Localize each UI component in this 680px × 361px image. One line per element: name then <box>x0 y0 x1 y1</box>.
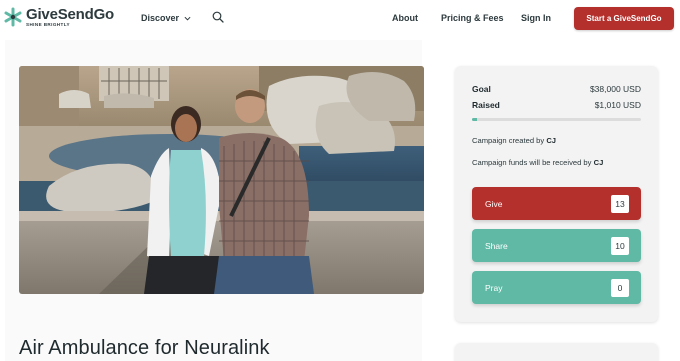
nav-discover[interactable]: Discover <box>141 13 191 23</box>
chevron-down-icon <box>184 16 191 21</box>
logo-name: GiveSendGo <box>26 5 115 23</box>
created-by-text: Campaign created by <box>472 136 545 145</box>
secondary-card <box>455 343 658 361</box>
share-count: 10 <box>611 236 629 255</box>
created-by: Campaign created by CJ <box>472 136 556 145</box>
share-label: Share <box>485 240 508 251</box>
give-count: 13 <box>611 194 629 213</box>
nav-sign-in[interactable]: Sign In <box>521 13 551 23</box>
funds-text: Campaign funds will be received by <box>472 158 592 167</box>
start-campaign-button[interactable]: Start a GiveSendGo <box>574 7 674 30</box>
campaign-photo <box>19 66 424 294</box>
logo-tagline: SHINE BRIGHTLY <box>26 21 70 27</box>
pray-count: 0 <box>611 278 629 297</box>
nav-about[interactable]: About <box>392 13 418 23</box>
goal-row: Goal $38,000 USD <box>472 84 641 94</box>
nav-discover-label: Discover <box>141 13 180 23</box>
nav-pricing[interactable]: Pricing & Fees <box>441 13 504 23</box>
give-button[interactable]: Give 13 <box>472 187 641 220</box>
donation-card: Goal $38,000 USD Raised $1,010 USD Campa… <box>455 66 658 322</box>
raised-label: Raised <box>472 100 500 110</box>
share-button[interactable]: Share 10 <box>472 229 641 262</box>
funds-recipient: Campaign funds will be received by CJ <box>472 158 603 167</box>
logo[interactable]: GiveSendGo SHINE BRIGHTLY <box>3 6 114 28</box>
progress-fill <box>472 118 477 121</box>
site-header: GiveSendGo SHINE BRIGHTLY Discover About… <box>0 0 680 38</box>
give-label: Give <box>485 198 503 209</box>
pray-label: Pray <box>485 282 503 293</box>
search-icon[interactable] <box>212 11 224 23</box>
raised-value: $1,010 USD <box>594 100 641 110</box>
funds-name[interactable]: CJ <box>594 158 604 167</box>
goal-value: $38,000 USD <box>589 84 641 94</box>
campaign-title: Air Ambulance for Neuralink <box>19 337 270 359</box>
pray-button[interactable]: Pray 0 <box>472 271 641 304</box>
logo-icon <box>4 7 22 27</box>
goal-label: Goal <box>472 84 491 94</box>
progress-bar <box>472 118 641 121</box>
raised-row: Raised $1,010 USD <box>472 100 641 110</box>
created-by-name[interactable]: CJ <box>546 136 556 145</box>
